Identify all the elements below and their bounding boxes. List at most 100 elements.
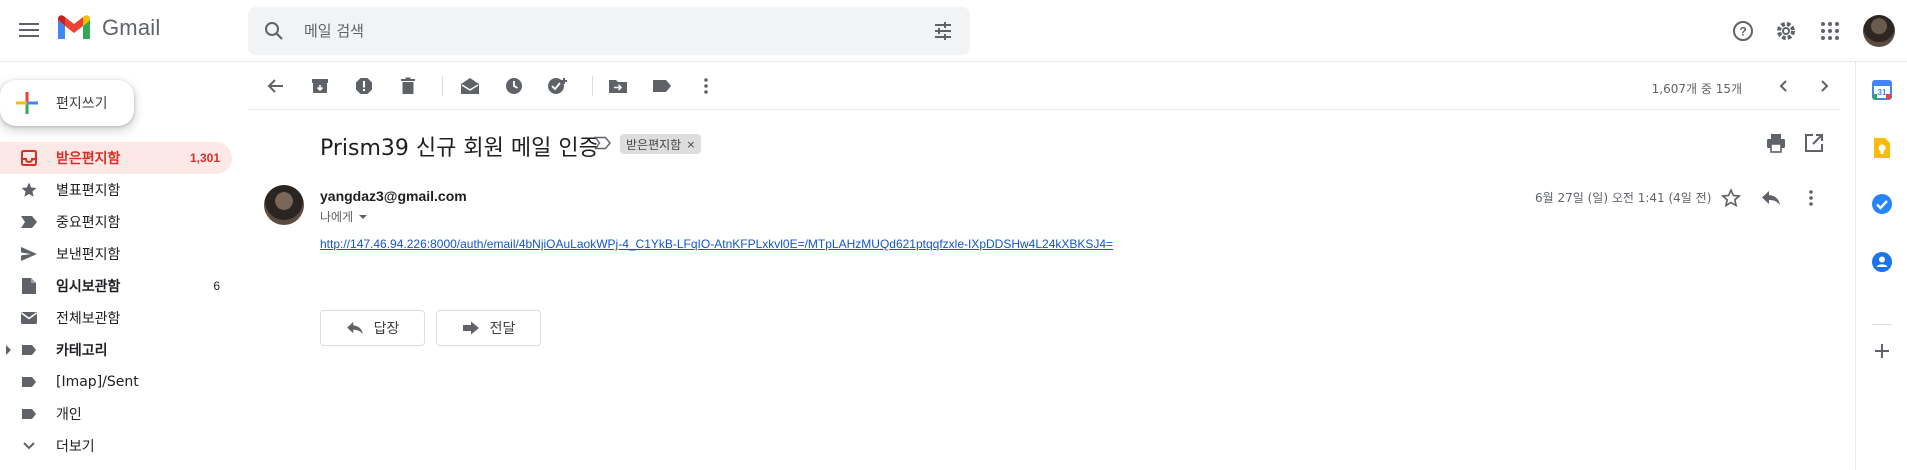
more-vert-icon[interactable] [694,74,718,98]
unread-count: 1,301 [189,151,220,165]
older-chevron-right-icon[interactable] [1812,74,1836,98]
mark-unread-icon[interactable] [458,74,482,98]
email-date: 6월 27일 (일) 오전 1:41 (4일 전) [1535,191,1712,205]
side-panel: 31 [1855,62,1907,470]
label-chip-text: 받은편지함 [626,137,682,152]
toolbar-divider [442,76,443,96]
svg-text:31: 31 [1878,88,1887,97]
sidebar-item-all-mail[interactable]: 전체보관함 [0,302,232,334]
calendar-icon[interactable]: 31 [1871,79,1893,101]
sender-avatar[interactable] [264,185,304,225]
remove-label-close-icon[interactable]: × [686,138,695,151]
sidebar-item-label: 개인 [56,407,82,423]
labels-icon[interactable] [650,74,674,98]
sidebar-item-sent[interactable]: 보낸편지함 [0,238,232,270]
gmail-m-icon [58,15,90,39]
search-bar[interactable] [248,7,970,55]
top-header: Gmail ? [0,0,1907,62]
sidebar-item-label: 더보기 [56,439,95,455]
message-toolbar: 1,607개 중 15개 [248,62,1840,110]
sidebar-item-label: [Imap]/Sent [56,374,139,390]
app-name: Gmail [102,14,161,40]
page-count: 1,607개 중 15개 [1651,82,1742,96]
back-arrow-icon[interactable] [264,74,288,98]
search-icon[interactable] [262,19,286,43]
sidebar-item-starred[interactable]: 별표편지함 [0,174,232,206]
recipient-details[interactable]: 나에게 [320,208,368,225]
forward-button[interactable]: 전달 [436,310,541,346]
star-icon [19,180,39,200]
newer-chevron-left-icon[interactable] [1772,74,1796,98]
main-menu-button[interactable] [16,17,42,43]
chevron-down-icon [19,436,39,456]
archive-icon[interactable] [308,74,332,98]
sidebar-item-label: 보낸편지함 [56,247,121,263]
snooze-clock-icon[interactable] [502,74,526,98]
add-addon-plus-icon[interactable] [1871,340,1893,362]
sidebar-item-personal[interactable]: 개인 [0,398,232,430]
help-icon[interactable]: ? [1729,17,1757,45]
sidebar-nav: 받은편지함 1,301 별표편지함 중요편지함 보낸편지함 임시보관함 6 전체… [0,142,232,462]
sidebar-item-label: 받은편지함 [56,151,121,167]
item-count: 6 [213,279,220,293]
menu-icon-bar [19,29,39,31]
sidebar-item-label: 중요편지함 [56,215,121,231]
move-to-icon[interactable] [606,74,630,98]
more-options-icon[interactable] [1797,184,1825,212]
important-icon [19,212,39,232]
expand-caret-icon[interactable] [6,345,11,355]
apps-grid-icon[interactable] [1816,17,1844,45]
caret-down-icon [359,214,368,219]
gmail-logo[interactable]: Gmail [56,14,160,41]
label-icon [19,372,39,392]
sidebar-item-categories[interactable]: 카테고리 [0,334,232,366]
forward-label: 전달 [489,321,516,337]
label-chip-inbox: 받은편지함 × [620,134,702,154]
print-icon[interactable] [1766,133,1786,158]
sidebar-item-label: 전체보관함 [56,311,121,327]
compose-plus-icon [16,92,38,114]
sidebar-item-label: 임시보관함 [56,279,121,295]
toolbar-divider [592,76,593,96]
star-toggle-icon[interactable] [1717,184,1745,212]
importance-marker-icon[interactable] [594,136,612,150]
send-icon [19,244,39,264]
sidebar-item-label: 별표편지함 [56,183,121,199]
search-options-icon[interactable] [932,20,954,42]
email-body-link[interactable]: http://147.46.94.226:8000/auth/email/4bN… [320,237,1113,251]
open-new-window-icon[interactable] [1804,133,1824,158]
contacts-icon[interactable] [1871,251,1893,273]
keep-notes-icon[interactable] [1871,137,1893,159]
draft-icon [19,276,39,296]
mail-icon [19,308,39,328]
reply-label: 답장 [373,321,400,337]
side-panel-divider [1872,324,1892,325]
sidebar-item-inbox[interactable]: 받은편지함 1,301 [0,142,232,174]
search-input[interactable] [304,19,904,43]
sidebar-item-label: 카테고리 [56,343,108,359]
sidebar-item-important[interactable]: 중요편지함 [0,206,232,238]
delete-icon[interactable] [396,74,420,98]
reply-arrow-icon [346,321,363,335]
svg-text:?: ? [1739,25,1746,39]
inbox-icon [19,148,39,168]
tasks-icon[interactable] [1871,193,1893,215]
compose-label: 편지쓰기 [56,96,108,112]
menu-icon-bar [19,35,39,37]
forward-arrow-icon [462,321,479,335]
label-icon [19,340,39,360]
settings-gear-icon[interactable] [1772,17,1800,45]
account-avatar[interactable] [1863,15,1895,47]
report-spam-icon[interactable] [352,74,376,98]
add-to-tasks-icon[interactable] [546,74,570,98]
sender-email[interactable]: yangdaz3@gmail.com [320,188,467,204]
sidebar-item-more[interactable]: 더보기 [0,430,232,462]
email-subject: Prism39 신규 회원 메일 인증 [320,136,599,161]
sidebar-item-imap-sent[interactable]: [Imap]/Sent [0,366,232,398]
compose-button[interactable]: 편지쓰기 [0,80,134,126]
reply-icon[interactable] [1757,184,1785,212]
recipient-label: 나에게 [320,210,354,224]
sidebar-item-drafts[interactable]: 임시보관함 6 [0,270,232,302]
reply-button[interactable]: 답장 [320,310,425,346]
menu-icon [19,23,39,25]
